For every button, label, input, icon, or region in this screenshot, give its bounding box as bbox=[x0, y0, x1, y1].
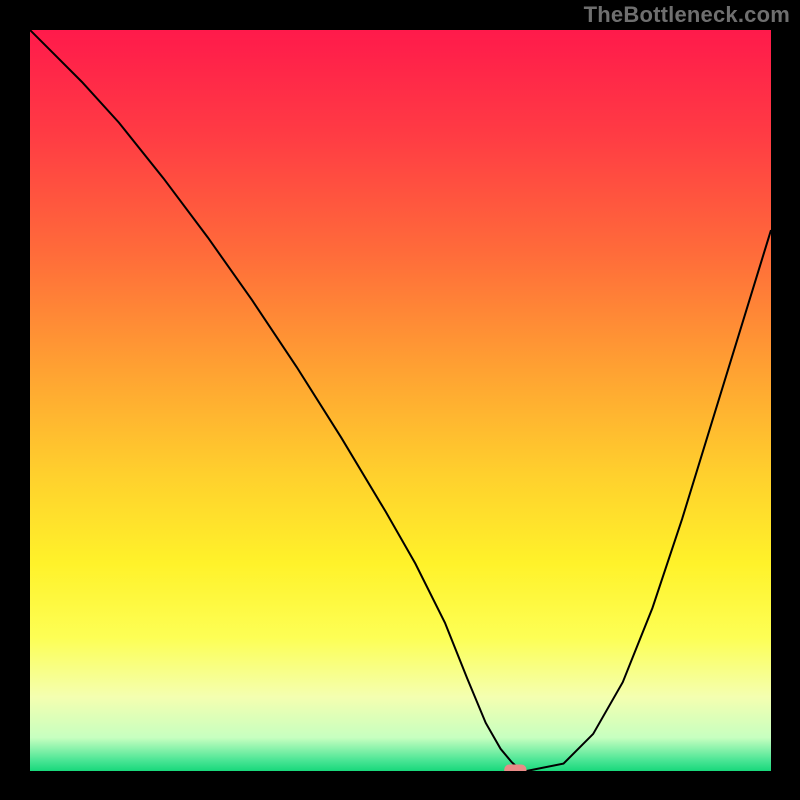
watermark-text: TheBottleneck.com bbox=[584, 2, 790, 28]
chart-background-gradient bbox=[30, 30, 771, 771]
bottleneck-chart bbox=[30, 30, 771, 771]
chart-svg bbox=[30, 30, 771, 771]
optimum-marker bbox=[504, 764, 526, 771]
